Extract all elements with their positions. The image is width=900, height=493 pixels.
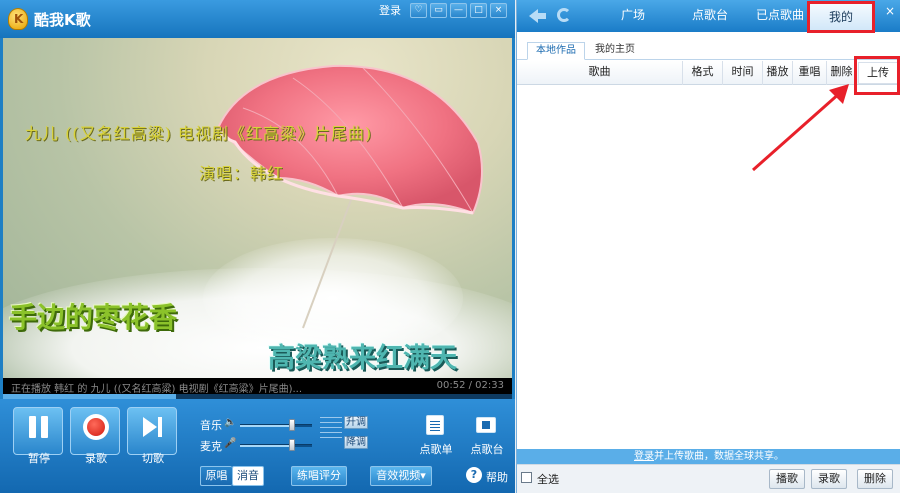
help-icon[interactable]: ? — [466, 467, 482, 483]
panel-nav-bar: 广场 点歌台 已点歌曲 我的 × — [517, 0, 900, 33]
next-label: 切歌 — [142, 452, 164, 465]
effects-video-dropdown[interactable]: 音效视频▾ — [370, 466, 432, 486]
player-title-bar: 酷我K歌 登录 ♡ ▭ — □ × — [0, 0, 515, 38]
panel-close-icon[interactable]: × — [885, 4, 895, 18]
pause-button[interactable]: 暂停 — [13, 407, 63, 465]
record-icon — [83, 414, 109, 440]
microphone-icon: 🎤 — [224, 438, 237, 449]
music-volume-thumb[interactable] — [288, 419, 295, 431]
mute-vocal-button[interactable]: 消音 — [232, 466, 264, 486]
pitch-down-button[interactable]: 降调 — [344, 436, 368, 449]
mic-volume-fill — [240, 445, 292, 447]
panel-footer: 全选 播歌 录歌 删除 — [517, 464, 900, 493]
help-label[interactable]: 帮助 — [486, 469, 508, 485]
pitch-up-button[interactable]: 升调 — [344, 416, 368, 429]
notice-text: 并上传歌曲，数据全球共享。 — [654, 451, 784, 462]
music-volume-fill — [240, 425, 292, 427]
lyric-line-1: 手边的枣花香 — [9, 301, 178, 334]
skip-next-icon — [143, 417, 165, 437]
song-list-button[interactable]: 点歌单 — [414, 413, 458, 457]
tab-square[interactable]: 广场 — [601, 0, 665, 32]
tab-song-stage[interactable]: 点歌台 — [673, 0, 747, 32]
close-icon[interactable]: × — [490, 2, 507, 18]
delete-button[interactable]: 删除 — [857, 469, 893, 489]
refresh-icon[interactable] — [557, 8, 571, 22]
annotation-arrow — [752, 84, 849, 172]
highlight-box — [854, 56, 900, 95]
status-bar: 正在播放 韩红 的 九儿 ((又名红高粱) 电视剧《红高粱》片尾曲)... 00… — [3, 378, 512, 395]
song-list-label: 点歌单 — [419, 443, 453, 456]
play-song-button[interactable]: 播歌 — [769, 469, 805, 489]
next-song-button[interactable]: 切歌 — [127, 407, 177, 465]
column-format[interactable]: 格式 — [683, 61, 723, 85]
back-arrow-icon[interactable] — [529, 9, 547, 23]
column-song[interactable]: 歌曲 — [517, 61, 683, 85]
record-song-button[interactable]: 录歌 — [811, 469, 847, 489]
subtab-bar: 本地作品 我的主页 — [517, 40, 900, 60]
speaker-icon: 🔈 — [224, 417, 237, 428]
mic-volume-slider[interactable] — [240, 444, 312, 447]
minimize-icon[interactable]: — — [450, 2, 467, 18]
song-stage-label: 点歌台 — [470, 443, 504, 456]
bottom-toolbar: 原唱 消音 练唱评分 音效视频▾ ? 帮助 — [0, 466, 515, 488]
app-title: 酷我K歌 — [34, 11, 91, 29]
feedback-icon[interactable]: ♡ — [410, 2, 427, 18]
highlight-box — [807, 1, 875, 33]
practice-score-button[interactable]: 练唱评分 — [291, 466, 347, 486]
monitor-icon — [476, 417, 496, 433]
notice-login-link[interactable]: 登录 — [634, 451, 654, 462]
music-volume-slider[interactable] — [240, 424, 312, 427]
song-panel: 广场 点歌台 已点歌曲 我的 × 本地作品 我的主页 歌曲 格式 时间 播放 重… — [516, 0, 900, 493]
time-display: 00:52 / 02:33 — [436, 380, 504, 391]
song-stage-button[interactable]: 点歌台 — [465, 413, 509, 457]
song-title-subtitle: 九儿 ((又名红高粱) 电视剧《红高粱》片尾曲) — [25, 124, 373, 143]
select-all-checkbox[interactable] — [521, 472, 532, 483]
original-vocal-button[interactable]: 原唱 — [200, 466, 232, 486]
pause-label: 暂停 — [28, 452, 50, 465]
pitch-indicator — [320, 417, 342, 453]
subtab-local-works[interactable]: 本地作品 — [527, 42, 585, 60]
subtab-my-homepage[interactable]: 我的主页 — [587, 42, 643, 60]
notice-bar: 登录并上传歌曲，数据全球共享。 — [517, 449, 900, 464]
maximize-icon[interactable]: □ — [470, 2, 487, 18]
mic-volume-thumb[interactable] — [288, 439, 295, 451]
singer-subtitle: 演唱：韩红 — [199, 164, 285, 183]
mic-label: 麦克 — [200, 440, 222, 453]
lyric-line-2: 高粱熟来红满天 — [268, 343, 457, 374]
song-list-icon — [426, 415, 444, 435]
login-link[interactable]: 登录 — [379, 2, 401, 18]
record-button[interactable]: 录歌 — [70, 407, 120, 465]
record-label: 录歌 — [85, 452, 107, 465]
select-all-label[interactable]: 全选 — [537, 471, 559, 487]
video-screen: 九儿 ((又名红高粱) 电视剧《红高粱》片尾曲) 演唱：韩红 手边的枣花香 高粱… — [3, 38, 512, 378]
tab-queued-songs[interactable]: 已点歌曲 — [743, 0, 817, 32]
now-playing-text: 正在播放 韩红 的 九儿 ((又名红高粱) 电视剧《红高粱》片尾曲)... — [11, 384, 303, 395]
skin-icon[interactable]: ▭ — [430, 2, 447, 18]
music-label: 音乐 — [200, 419, 222, 432]
player-window: 酷我K歌 登录 ♡ ▭ — □ × 九儿 ((又名红高粱) — [0, 0, 515, 493]
pause-icon — [28, 416, 50, 438]
title-controls: 登录 ♡ ▭ — □ × — [379, 2, 507, 18]
kuwo-logo-icon — [8, 8, 28, 30]
